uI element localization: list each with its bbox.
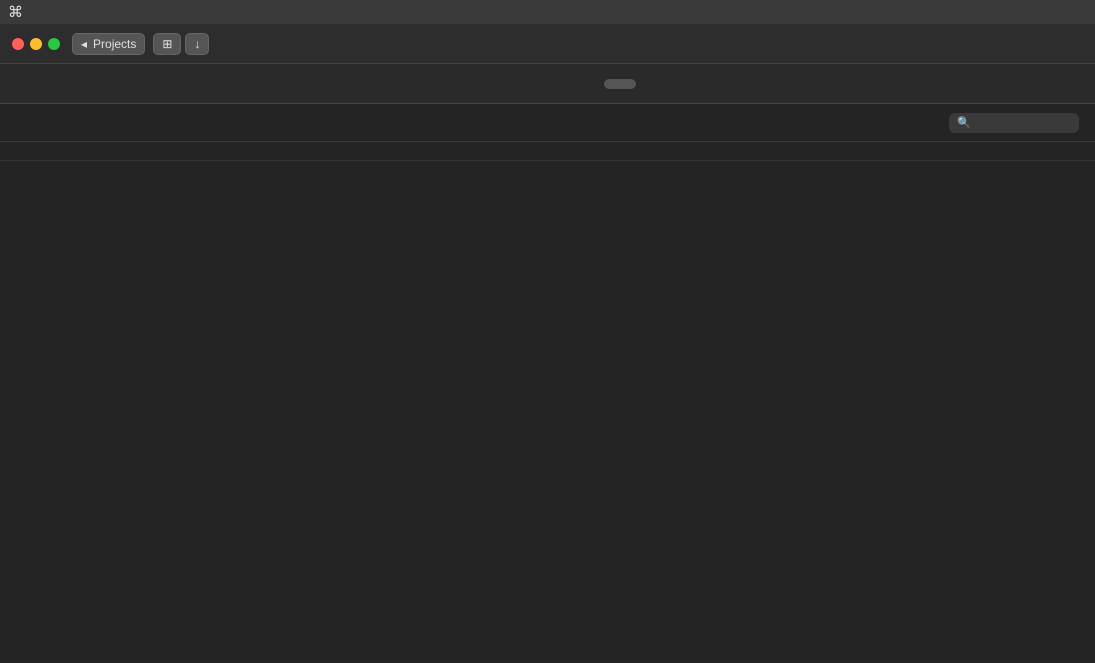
tab-titles[interactable] bbox=[532, 79, 564, 89]
tab-my-media[interactable] bbox=[460, 79, 492, 89]
projects-button[interactable]: ◂ Projects bbox=[72, 33, 145, 55]
fullscreen-button[interactable] bbox=[48, 38, 60, 50]
menu-bar: ⌘ bbox=[0, 0, 1095, 24]
tab-bar bbox=[0, 64, 1095, 104]
search-icon: 🔍 bbox=[957, 116, 971, 129]
minimize-button[interactable] bbox=[30, 38, 42, 50]
apple-logo[interactable]: ⌘ bbox=[8, 3, 23, 21]
traffic-lights bbox=[12, 38, 60, 50]
tab-backgrounds[interactable] bbox=[568, 79, 600, 89]
sort-button[interactable]: ↓ bbox=[185, 33, 209, 55]
tab-audio[interactable] bbox=[496, 79, 528, 89]
section-label bbox=[0, 142, 1095, 161]
title-bar: ◂ Projects ⊞ ↓ bbox=[0, 24, 1095, 64]
tab-transitions[interactable] bbox=[604, 79, 636, 89]
close-button[interactable] bbox=[12, 38, 24, 50]
chevron-left-icon: ◂ bbox=[81, 37, 87, 51]
search-box[interactable]: 🔍 bbox=[949, 113, 1079, 133]
transitions-grid bbox=[0, 161, 1095, 185]
search-input[interactable] bbox=[976, 116, 1066, 130]
content-header: 🔍 bbox=[0, 104, 1095, 142]
main-content bbox=[0, 142, 1095, 663]
grid-view-button[interactable]: ⊞ bbox=[153, 33, 181, 55]
